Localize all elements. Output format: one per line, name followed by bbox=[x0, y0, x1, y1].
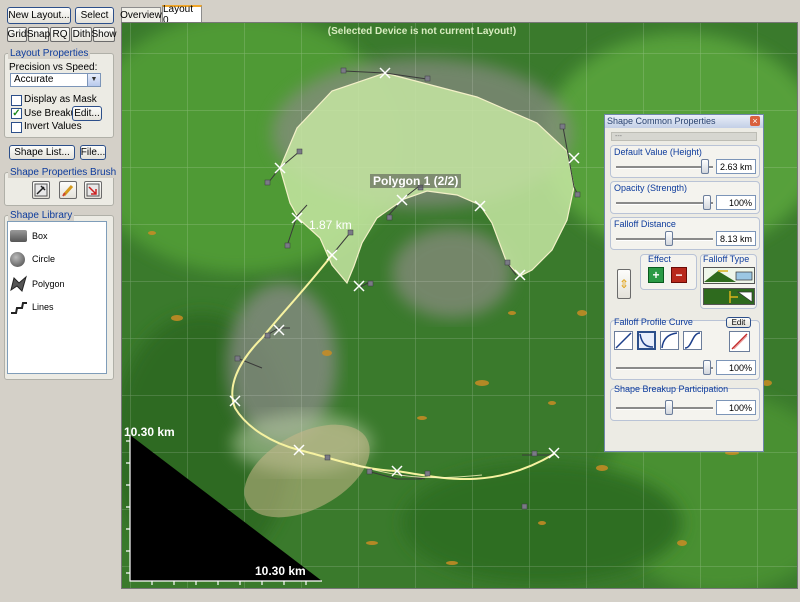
display-as-mask-label: Display as Mask bbox=[24, 94, 97, 105]
falloff-distance-thumb[interactable] bbox=[664, 231, 673, 246]
swap-arrows-icon: ⇕ bbox=[618, 277, 630, 291]
falloff-step-icon bbox=[704, 289, 754, 304]
curve-ease-out-button[interactable] bbox=[660, 331, 679, 350]
library-item-lines-label: Lines bbox=[32, 302, 54, 312]
opacity-title: Opacity (Strength) bbox=[614, 183, 688, 193]
default-value-field[interactable]: 2.63 km bbox=[716, 159, 756, 174]
brush-apply-button[interactable] bbox=[84, 181, 102, 199]
tab-overview[interactable]: Overview bbox=[120, 7, 162, 23]
grid-button[interactable]: Grid bbox=[7, 27, 27, 42]
curve-linear-icon bbox=[615, 332, 632, 349]
scale-horizontal-label: 10.30 km bbox=[255, 564, 306, 578]
curve-custom-icon bbox=[731, 333, 748, 350]
viewport-warning: (Selected Device is not current Layout!) bbox=[327, 26, 517, 37]
breakup-participation-title: Shape Breakup Participation bbox=[614, 384, 729, 394]
left-panel: New Layout... Select Grid Snap RQ Dith S… bbox=[0, 0, 119, 602]
profile-curve-edit-button[interactable]: Edit bbox=[726, 317, 751, 328]
profile-curve-thumb[interactable] bbox=[703, 360, 712, 375]
precision-label: Precision vs Speed: bbox=[9, 62, 98, 73]
effect-lower-button[interactable]: − bbox=[671, 267, 687, 283]
curve-custom-button[interactable] bbox=[729, 331, 750, 352]
precision-select-value: Accurate bbox=[14, 74, 54, 85]
falloff-slope-icon bbox=[704, 268, 754, 283]
close-icon[interactable]: × bbox=[750, 116, 760, 126]
breakup-participation-field[interactable]: 100% bbox=[716, 400, 756, 415]
display-as-mask-checkbox[interactable] bbox=[11, 95, 22, 106]
use-breakup-checkbox[interactable]: ✓ bbox=[11, 108, 22, 119]
effect-raise-button[interactable]: + bbox=[648, 267, 664, 283]
shape-list-button[interactable]: Shape List... bbox=[9, 145, 75, 160]
show-button[interactable]: Show bbox=[92, 27, 117, 42]
new-layout-button[interactable]: New Layout... bbox=[7, 7, 71, 24]
shape-properties-titlebar[interactable]: Shape Common Properties × bbox=[605, 115, 763, 128]
invert-values-checkbox[interactable] bbox=[11, 122, 22, 133]
breakup-participation-thumb[interactable] bbox=[664, 400, 673, 415]
layout-properties-title: Layout Properties bbox=[8, 48, 91, 59]
polygon-label: Polygon 1 (2/2) bbox=[370, 174, 462, 188]
profile-curve-field[interactable]: 100% bbox=[716, 360, 756, 375]
library-item-circle-label: Circle bbox=[32, 254, 56, 264]
apply-icon bbox=[86, 183, 100, 197]
curve-s-button[interactable] bbox=[683, 331, 702, 350]
falloff-type-title: Falloff Type bbox=[703, 254, 750, 264]
polygon-icon bbox=[10, 275, 27, 292]
shape-name-field[interactable]: --- bbox=[611, 132, 757, 141]
library-item-box[interactable]: Box bbox=[10, 229, 100, 247]
file-button[interactable]: File... bbox=[80, 145, 106, 160]
library-item-polygon[interactable]: Polygon bbox=[10, 275, 100, 295]
scale-vertical-label: 10.30 km bbox=[124, 425, 175, 439]
curve-s-icon bbox=[684, 332, 701, 349]
effect-toggle-button[interactable]: ⇕ bbox=[617, 269, 631, 299]
default-value-track[interactable] bbox=[616, 166, 713, 169]
brush-pick-button[interactable] bbox=[32, 181, 50, 199]
select-button[interactable]: Select bbox=[75, 7, 114, 24]
tab-layout-0[interactable]: Layout 0 bbox=[162, 4, 202, 26]
falloff-type-step-button[interactable] bbox=[703, 288, 755, 305]
shape-properties-title: Shape Common Properties bbox=[607, 116, 716, 126]
brush-paint-button[interactable] bbox=[59, 181, 77, 199]
default-value-title: Default Value (Height) bbox=[614, 147, 702, 157]
effect-title: Effect bbox=[648, 254, 671, 264]
default-value-thumb[interactable] bbox=[700, 159, 709, 174]
falloff-distance-title: Falloff Distance bbox=[614, 219, 676, 229]
lines-icon bbox=[11, 302, 27, 314]
curve-linear-button[interactable] bbox=[614, 331, 633, 350]
brush-icon bbox=[62, 185, 74, 197]
curve-ease-in-button[interactable] bbox=[637, 331, 656, 350]
library-item-polygon-label: Polygon bbox=[32, 279, 65, 289]
shape-properties-window: Shape Common Properties × --- Default Va… bbox=[604, 114, 764, 452]
rq-button[interactable]: RQ bbox=[50, 27, 70, 42]
library-item-circle[interactable]: Circle bbox=[10, 251, 100, 271]
dith-button[interactable]: Dith bbox=[71, 27, 92, 42]
profile-curve-track[interactable] bbox=[616, 367, 713, 370]
opacity-thumb[interactable] bbox=[703, 195, 712, 210]
profile-curve-title: Falloff Profile Curve bbox=[614, 317, 693, 327]
chevron-down-icon[interactable]: ▼ bbox=[87, 74, 100, 86]
distance-label: 1.87 km bbox=[309, 218, 352, 232]
library-item-box-label: Box bbox=[32, 231, 48, 241]
brush-title: Shape Properties Brush bbox=[8, 167, 119, 178]
falloff-type-linear-button[interactable] bbox=[703, 267, 755, 284]
curve-ease-out-icon bbox=[661, 332, 678, 349]
circle-icon bbox=[10, 252, 25, 267]
breakup-edit-button[interactable]: Edit... bbox=[72, 106, 102, 121]
opacity-field[interactable]: 100% bbox=[716, 195, 756, 210]
invert-values-label: Invert Values bbox=[24, 121, 82, 132]
shape-library-title: Shape Library bbox=[8, 210, 75, 221]
box-icon bbox=[10, 230, 27, 242]
shape-library-list: Box Circle Polygon Lines bbox=[7, 221, 107, 374]
curve-ease-in-icon bbox=[639, 333, 654, 348]
falloff-distance-field[interactable]: 8.13 km bbox=[716, 231, 756, 246]
opacity-track[interactable] bbox=[616, 202, 713, 205]
snap-button[interactable]: Snap bbox=[27, 27, 50, 42]
library-item-lines[interactable]: Lines bbox=[10, 300, 100, 318]
picker-icon bbox=[34, 183, 48, 197]
precision-select[interactable]: Accurate ▼ bbox=[10, 73, 101, 87]
